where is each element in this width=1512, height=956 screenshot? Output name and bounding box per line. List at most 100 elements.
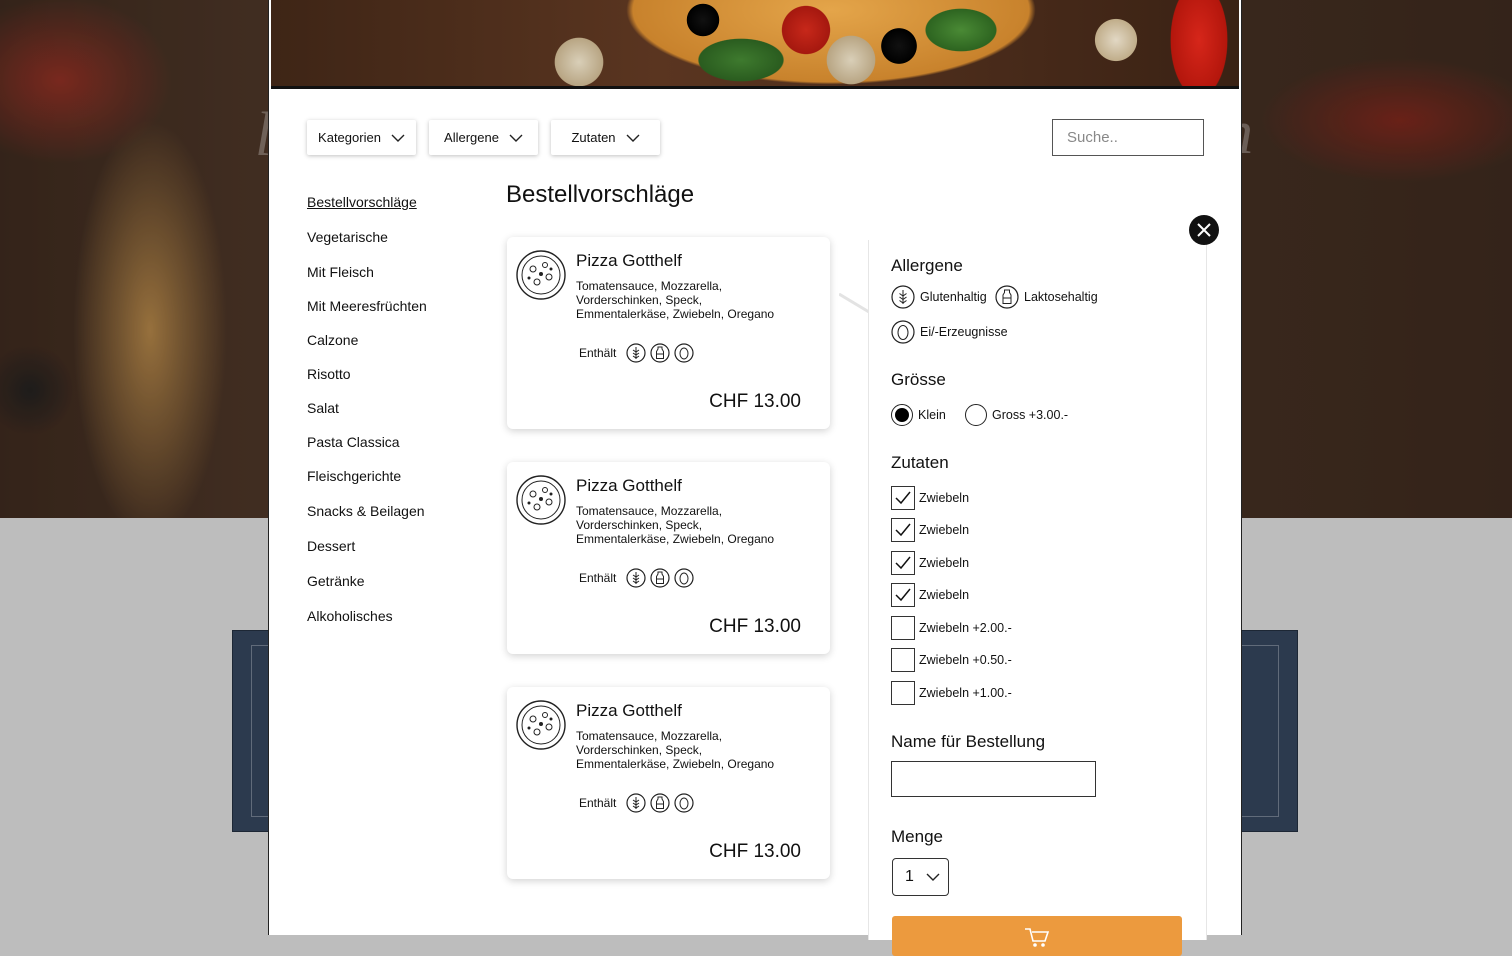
ingredient-option[interactable]: Zwiebeln +0.50.- [891, 648, 1012, 672]
size-label: Gross +3.00.- [992, 408, 1069, 422]
size-option-small[interactable]: Klein [891, 404, 946, 426]
checkmark-icon [895, 588, 911, 602]
checkmark-icon [895, 491, 911, 505]
nav-item-mit-meeresfruechten[interactable]: Mit Meeresfrüchten [307, 298, 427, 314]
checkbox-checked[interactable] [891, 583, 915, 607]
milk-bottle-icon [650, 793, 670, 813]
allergen-label: Laktosehaltig [1024, 290, 1098, 304]
allergen-label: Ei/-Erzeugnisse [920, 325, 1008, 339]
nav-item-risotto[interactable]: Risotto [307, 366, 351, 382]
checkbox-unchecked[interactable] [891, 616, 915, 640]
chevron-down-icon [391, 134, 405, 142]
product-price: CHF 13.00 [709, 616, 801, 637]
allergen-indicator: Enthält [579, 793, 694, 813]
order-name-field[interactable] [891, 761, 1096, 797]
detail-pointer [839, 293, 870, 314]
radio-selected[interactable] [891, 404, 913, 426]
allergen-lactose: Laktosehaltig [995, 285, 1098, 309]
milk-bottle-icon [995, 285, 1019, 309]
ingredient-option[interactable]: Zwiebeln [891, 551, 969, 575]
nav-item-bestellvorschlaege[interactable]: Bestellvorschläge [307, 194, 417, 210]
product-card[interactable]: Pizza Gotthelf Tomatensauce, Mozzarella,… [507, 687, 830, 879]
allergen-label: Glutenhaltig [920, 290, 987, 304]
allergens-heading: Allergene [891, 256, 963, 275]
ingredient-option[interactable]: Zwiebeln [891, 486, 969, 510]
nav-item-getraenke[interactable]: Getränke [307, 573, 365, 589]
ingredient-option[interactable]: Zwiebeln [891, 518, 969, 542]
contains-label: Enthält [579, 796, 617, 810]
chevron-down-icon [509, 134, 523, 142]
egg-icon [674, 568, 694, 588]
ingredients-dropdown[interactable]: Zutaten [551, 120, 660, 155]
product-price: CHF 13.00 [709, 841, 801, 862]
ingredient-option[interactable]: Zwiebeln [891, 583, 969, 607]
product-name: Pizza Gotthelf [576, 251, 682, 270]
quantity-heading: Menge [891, 827, 943, 846]
ingredients-dropdown-label: Zutaten [571, 130, 616, 145]
ingredient-label: Zwiebeln [919, 523, 970, 537]
allergens-dropdown[interactable]: Allergene [429, 120, 538, 155]
size-option-large[interactable]: Gross +3.00.- [965, 404, 1068, 426]
nav-item-alkoholisches[interactable]: Alkoholisches [307, 608, 393, 624]
nav-item-mit-fleisch[interactable]: Mit Fleisch [307, 264, 374, 280]
checkbox-checked[interactable] [891, 486, 915, 510]
ingredient-label: Zwiebeln +2.00.- [919, 621, 1012, 635]
ingredient-label: Zwiebeln +1.00.- [919, 686, 1012, 700]
pizza-icon [516, 250, 566, 300]
chevron-down-icon [926, 873, 940, 881]
product-description: Tomatensauce, Mozzarella, Vorderschinken… [576, 729, 775, 771]
categories-dropdown-label: Kategorien [318, 130, 381, 145]
product-card[interactable]: Pizza Gotthelf Tomatensauce, Mozzarella,… [507, 237, 830, 429]
product-description: Tomatensauce, Mozzarella, Vorderschinken… [576, 279, 775, 321]
checkmark-icon [895, 556, 911, 570]
allergens-dropdown-label: Allergene [444, 130, 499, 145]
milk-bottle-icon [650, 343, 670, 363]
close-button[interactable] [1189, 215, 1219, 245]
nav-item-dessert[interactable]: Dessert [307, 538, 355, 554]
pizza-banner-image [271, 0, 1239, 89]
ingredient-option[interactable]: Zwiebeln +1.00.- [891, 681, 1012, 705]
section-title: Bestellvorschläge [506, 181, 695, 208]
wheat-icon [891, 285, 915, 309]
egg-icon [891, 320, 915, 344]
order-name-heading: Name für Bestellung [891, 732, 1046, 751]
checkbox-checked[interactable] [891, 551, 915, 575]
checkbox-unchecked[interactable] [891, 681, 915, 705]
categories-dropdown[interactable]: Kategorien [307, 120, 416, 155]
size-label: Klein [918, 408, 946, 422]
allergen-indicator: Enthält [579, 568, 694, 588]
search-input[interactable] [1052, 119, 1204, 156]
product-name: Pizza Gotthelf [576, 701, 682, 720]
wheat-icon [626, 793, 646, 813]
checkbox-checked[interactable] [891, 518, 915, 542]
nav-item-salat[interactable]: Salat [307, 400, 339, 416]
menu-panel: Kategorien Allergene Zutaten Bestellvors… [268, 0, 1242, 956]
nav-item-snacks-beilagen[interactable]: Snacks & Beilagen [307, 503, 425, 519]
wheat-icon [626, 343, 646, 363]
milk-bottle-icon [650, 568, 670, 588]
radio-unselected[interactable] [965, 404, 987, 426]
nav-item-pasta-classica[interactable]: Pasta Classica [307, 434, 400, 450]
product-description: Tomatensauce, Mozzarella, Vorderschinken… [576, 504, 775, 546]
ingredient-label: Zwiebeln +0.50.- [919, 653, 1012, 667]
checkmark-icon [895, 523, 911, 537]
quantity-value: 1 [905, 868, 914, 885]
ingredient-label: Zwiebeln [919, 491, 970, 505]
nav-item-calzone[interactable]: Calzone [307, 332, 358, 348]
add-to-cart-button[interactable] [892, 916, 1182, 956]
checkbox-unchecked[interactable] [891, 648, 915, 672]
close-icon [1197, 223, 1211, 237]
wheat-icon [626, 568, 646, 588]
cart-icon [1025, 928, 1050, 947]
nav-item-vegetarische[interactable]: Vegetarische [307, 229, 388, 245]
allergen-gluten: Glutenhaltig [891, 285, 987, 309]
chevron-down-icon [626, 134, 640, 142]
product-name: Pizza Gotthelf [576, 476, 682, 495]
product-detail-panel: Allergene Glutenhaltig Laktosehaltig Ei/… [868, 240, 1207, 956]
quantity-select[interactable]: 1 [892, 858, 949, 896]
allergen-egg: Ei/-Erzeugnisse [891, 320, 1008, 344]
ingredient-option[interactable]: Zwiebeln +2.00.- [891, 616, 1012, 640]
product-card[interactable]: Pizza Gotthelf Tomatensauce, Mozzarella,… [507, 462, 830, 654]
nav-item-fleischgerichte[interactable]: Fleischgerichte [307, 468, 401, 484]
pizza-icon [516, 475, 566, 525]
